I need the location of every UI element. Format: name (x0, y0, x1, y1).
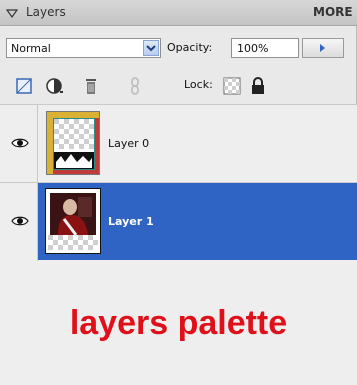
eye-icon[interactable] (11, 215, 29, 227)
visibility-cell[interactable] (0, 183, 38, 261)
panel-title: Layers (26, 5, 66, 19)
eye-icon[interactable] (11, 137, 29, 149)
lock-transparency-icon[interactable] (222, 76, 242, 96)
opacity-input[interactable]: 100% (231, 38, 299, 58)
lock-label: Lock: (184, 78, 213, 91)
opacity-label: Opacity: (167, 41, 213, 54)
layer-name[interactable]: Layer 1 (108, 215, 154, 228)
chevron-right-icon (320, 44, 325, 52)
layers-panel: Layers MORE I Normal Opacity: 100% Lock:… (0, 0, 357, 385)
layer-thumbnail (45, 188, 101, 254)
blend-mode-value: Normal (11, 42, 51, 55)
adjustment-layer-icon[interactable] (44, 76, 64, 96)
caption-text: layers palette (69, 304, 288, 342)
opacity-slider-button[interactable] (302, 38, 344, 58)
panel-titlebar: Layers MORE I (0, 0, 357, 26)
triangle-down-icon[interactable] (6, 7, 18, 19)
trash-icon[interactable] (81, 76, 101, 96)
link-icon[interactable] (125, 76, 145, 96)
more-button[interactable]: MORE I (313, 5, 357, 19)
visibility-cell[interactable] (0, 105, 38, 183)
layers-list: Layer 0 Layer 1 layers palette (0, 104, 357, 385)
new-layer-icon[interactable] (14, 76, 34, 96)
layer-thumbnail (46, 111, 100, 175)
lock-all-icon[interactable] (248, 76, 268, 96)
blend-mode-select[interactable]: Normal (6, 38, 161, 58)
opacity-value: 100% (237, 42, 269, 55)
layer-row-selected[interactable]: Layer 1 (0, 182, 357, 261)
layer-row[interactable]: Layer 0 (0, 104, 357, 183)
layer-name[interactable]: Layer 0 (108, 137, 149, 150)
chevron-down-icon[interactable] (143, 40, 159, 56)
